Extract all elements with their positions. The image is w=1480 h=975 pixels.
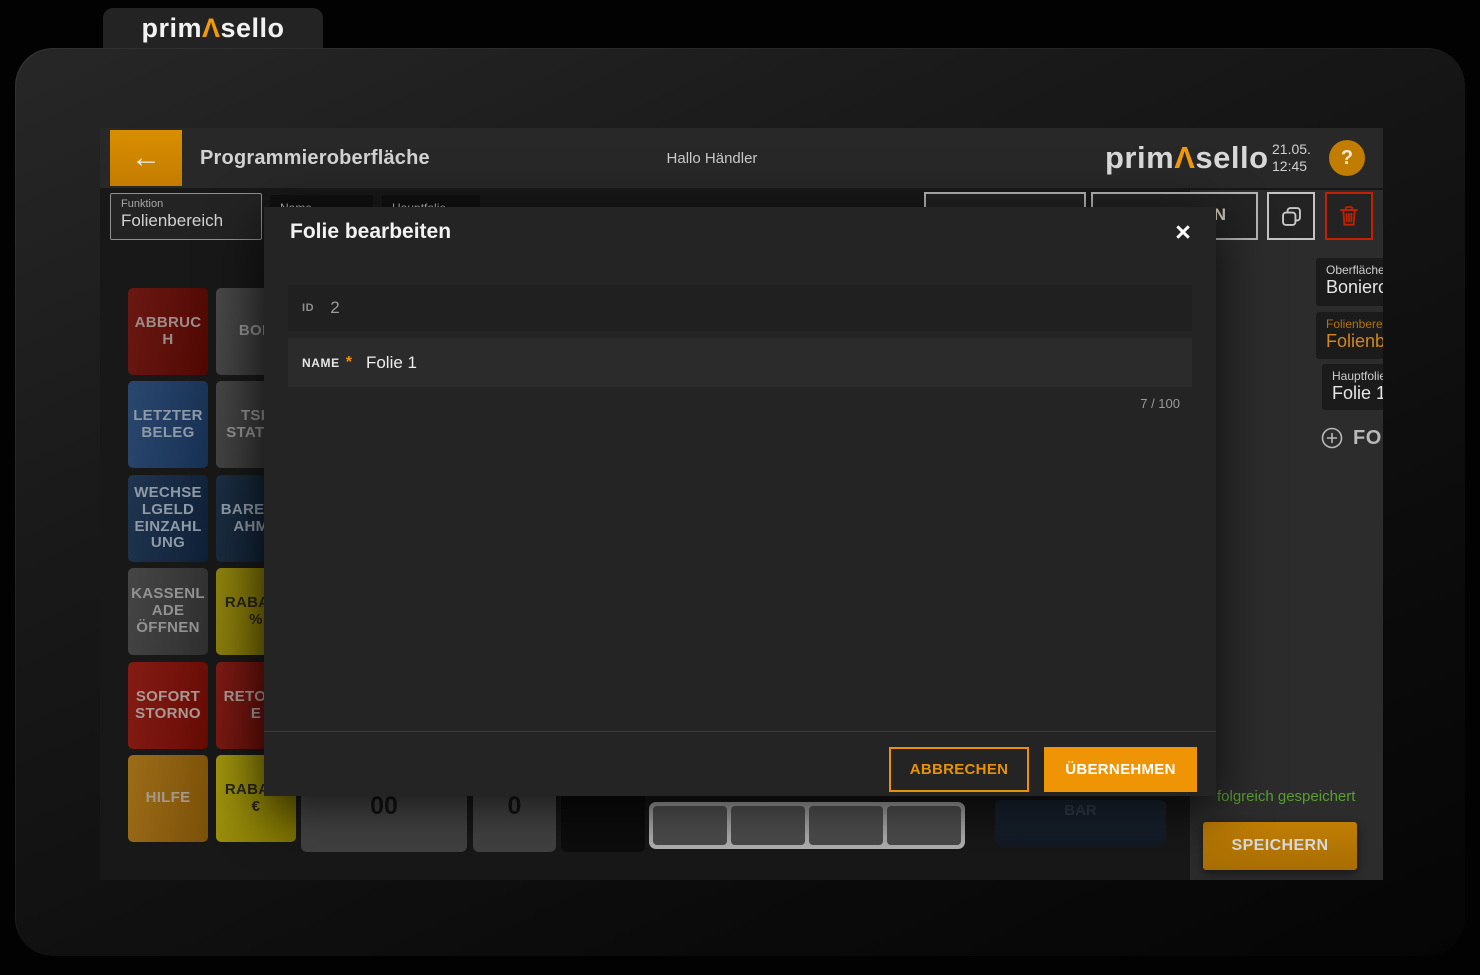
sidebar-card-hauptfolie[interactable]: Hauptfolie Folie 1 (1322, 364, 1383, 410)
card-value: Folie 1 (1332, 383, 1383, 404)
sidebar-card-oberflaeche[interactable]: Oberfläche Bonieroberfläche (1316, 258, 1383, 306)
primasello-logo: primΛsello (141, 13, 284, 44)
back-button[interactable]: ← (110, 130, 182, 186)
browser-tab[interactable]: primΛsello (103, 8, 323, 48)
required-asterisk: * (346, 354, 352, 372)
function-button-kassenlade-oeffnen[interactable]: KASSENLADE ÖFFNEN (128, 568, 208, 655)
app-header: ← Programmieroberfläche Hallo Händler pr… (100, 128, 1383, 188)
delete-button[interactable] (1325, 192, 1373, 240)
copy-icon (1278, 203, 1305, 230)
hierarchy-sidebar: Oberfläche Bonieroberfläche Folienbereic… (1190, 190, 1383, 880)
name-input-label: NAME (302, 356, 340, 370)
function-button-sofort-storno[interactable]: SOFORT STORNO (128, 662, 208, 749)
funktion-value: Folienbereich (121, 211, 251, 231)
add-folie-button[interactable]: FOLIE (1320, 426, 1383, 450)
card-label: Oberfläche (1326, 263, 1383, 277)
logo-mark: Λ (1174, 140, 1195, 176)
function-button-hilfe[interactable]: HILFE (128, 755, 208, 842)
close-button[interactable]: × (1164, 213, 1202, 251)
logo-suffix: sello (1195, 140, 1268, 176)
folie-bearbeiten-dialog: Folie bearbeiten × ID 2 NAME * Folie 1 7… (264, 207, 1216, 796)
plus-circle-icon (1320, 426, 1344, 450)
card-value: Folienbereich 1 (1326, 331, 1383, 352)
trash-icon (1336, 203, 1362, 229)
logo-prefix: prim (141, 13, 202, 43)
time-text: 12:45 (1272, 158, 1311, 175)
date-text: 21.05. (1272, 141, 1311, 158)
logo-suffix: sello (221, 13, 285, 43)
abbrechen-button[interactable]: ABBRECHEN (889, 747, 1029, 792)
question-mark-icon: ? (1341, 147, 1353, 170)
function-button-abbruch[interactable]: ABBRUCH (128, 288, 208, 375)
datetime-display: 21.05. 12:45 (1272, 141, 1311, 175)
device-frame: ← Programmieroberfläche Hallo Händler pr… (15, 48, 1465, 956)
greeting-text: Hallo Händler (612, 128, 812, 188)
dialog-title: Folie bearbeiten (290, 220, 451, 244)
header-logo: primΛsello (1105, 128, 1269, 188)
id-field-row: ID 2 (288, 285, 1192, 331)
save-status-text: folgreich gespeichert (1217, 788, 1355, 805)
uebernehmen-button[interactable]: ÜBERNEHMEN (1044, 747, 1197, 792)
name-input-row[interactable]: NAME * Folie 1 (288, 338, 1192, 387)
bar-payment-button[interactable]: BAR (995, 800, 1166, 846)
card-value: Bonieroberfläche (1326, 277, 1383, 298)
sidebar-card-folienbereich[interactable]: Folienbereich Folienbereich 1 (1316, 312, 1383, 359)
speichern-button[interactable]: SPEICHERN (1203, 822, 1357, 870)
name-input-value: Folie 1 (366, 353, 417, 373)
card-label: Folienbereich (1326, 317, 1383, 331)
help-button[interactable]: ? (1329, 140, 1365, 176)
app-screen: ← Programmieroberfläche Hallo Händler pr… (100, 128, 1383, 880)
logo-mark: Λ (202, 13, 221, 43)
keypad-button-group (649, 802, 965, 849)
arrow-left-icon: ← (131, 141, 161, 175)
funktion-label: Funktion (121, 198, 251, 210)
close-icon: × (1175, 217, 1191, 248)
character-counter: 7 / 100 (1140, 396, 1180, 411)
keypad-group-button[interactable] (887, 806, 961, 845)
funktion-select[interactable]: Funktion Folienbereich (110, 193, 262, 240)
id-field-value: 2 (330, 298, 339, 318)
function-button-letzter-beleg[interactable]: LETZTER BELEG (128, 381, 208, 468)
page-title: Programmieroberfläche (200, 128, 430, 188)
dialog-footer: ABBRECHEN ÜBERNEHMEN (264, 731, 1216, 796)
keypad-group-button[interactable] (809, 806, 883, 845)
keypad-group-button[interactable] (731, 806, 805, 845)
duplicate-button[interactable] (1267, 192, 1315, 240)
bar-payment-label: BAR (995, 802, 1166, 819)
card-label: Hauptfolie (1332, 369, 1383, 383)
keypad-group-button[interactable] (653, 806, 727, 845)
logo-prefix: prim (1105, 140, 1174, 176)
keypad-zero-label: 0 (473, 792, 556, 821)
add-folie-label: FOLIE (1353, 427, 1383, 450)
desktop-background: primΛsello ← Programmieroberfläche Hallo… (0, 0, 1480, 975)
function-button-wechselgeld-einzahlung[interactable]: WECHSELGELD EINZAHLUNG (128, 475, 208, 562)
keypad-double-zero-label: 00 (301, 792, 467, 821)
id-field-label: ID (302, 302, 314, 314)
